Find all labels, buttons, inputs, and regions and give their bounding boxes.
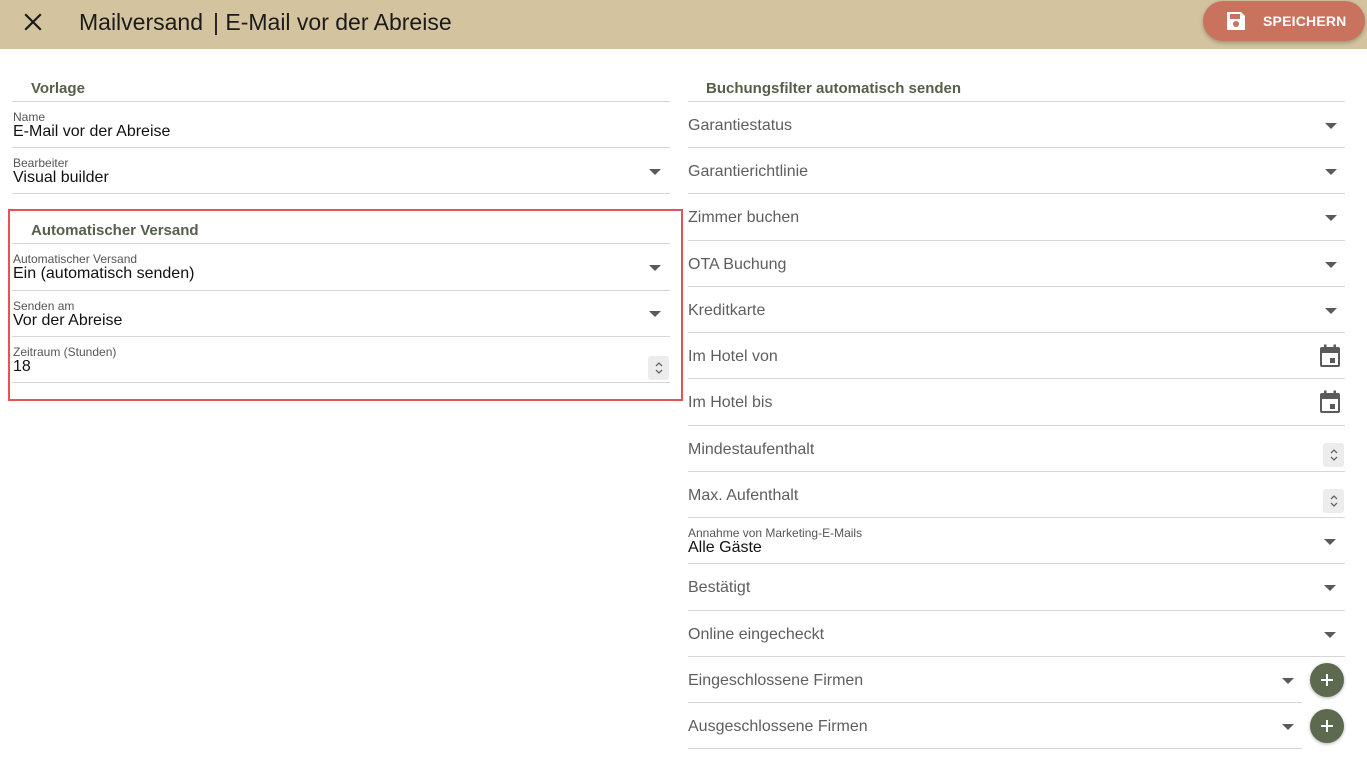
spinner-icon[interactable] (648, 356, 669, 380)
excluded-companies-select[interactable]: Ausgeschlossene Firmen (688, 703, 1302, 749)
auto-send-select[interactable]: Automatischer Versand Ein (automatisch s… (12, 244, 670, 291)
section-title-template: Vorlage (31, 80, 85, 97)
chevron-down-icon[interactable] (1324, 539, 1336, 545)
marketing-consent-value: Alle Gäste (688, 539, 762, 556)
name-field-value: E-Mail vor der Abreise (13, 123, 171, 140)
chevron-down-icon[interactable] (1282, 724, 1294, 730)
save-button-label: SPEICHERN (1263, 13, 1347, 29)
chevron-down-icon[interactable] (649, 265, 661, 271)
close-button[interactable] (19, 8, 47, 36)
online-checked-in-label: Online eingecheckt (688, 626, 825, 643)
ota-booking-select[interactable]: OTA Buchung (688, 241, 1345, 287)
period-hours-input[interactable]: Zeitraum (Stunden) 18 (12, 337, 670, 383)
online-checked-in-select[interactable]: Online eingecheckt (688, 611, 1345, 657)
chevron-down-icon[interactable] (1325, 308, 1337, 314)
period-hours-label: Zeitraum (Stunden) (13, 345, 117, 359)
send-on-select[interactable]: Senden am Vor der Abreise (12, 291, 670, 337)
chevron-down-icon[interactable] (1325, 123, 1337, 129)
chevron-down-icon[interactable] (649, 169, 661, 175)
credit-card-label: Kreditkarte (688, 302, 766, 319)
spinner-icon[interactable] (1323, 489, 1344, 513)
chevron-down-icon[interactable] (1282, 678, 1294, 684)
calendar-icon[interactable] (1319, 390, 1341, 414)
max-stay-label: Max. Aufenthalt (688, 487, 799, 504)
in-hotel-from-label: Im Hotel von (688, 348, 778, 365)
book-rooms-select[interactable]: Zimmer buchen (688, 194, 1345, 241)
save-button[interactable]: SPEICHERN (1203, 1, 1365, 41)
editor-select[interactable]: Bearbeiter Visual builder (12, 148, 670, 194)
marketing-consent-label: Annahme von Marketing-E-Mails (688, 526, 863, 540)
editor-select-value: Visual builder (13, 169, 109, 186)
add-included-company-button[interactable] (1310, 663, 1344, 697)
confirmed-select[interactable]: Bestätigt (688, 564, 1345, 611)
send-on-select-label: Senden am (13, 299, 75, 313)
marketing-consent-select[interactable]: Annahme von Marketing-E-Mails Alle Gäste (688, 518, 1345, 564)
min-stay-input[interactable]: Mindestaufenthalt (688, 426, 1345, 472)
credit-card-select[interactable]: Kreditkarte (688, 287, 1345, 333)
page-title: Mailversand | E-Mail vor der Abreise (79, 9, 452, 36)
auto-send-select-value: Ein (automatisch senden) (13, 265, 195, 282)
period-hours-value: 18 (13, 358, 31, 375)
confirmed-label: Bestätigt (688, 579, 751, 596)
page-title-main: Mailversand (79, 9, 203, 35)
header-bar: Mailversand | E-Mail vor der Abreise SPEI… (0, 0, 1367, 49)
max-stay-input[interactable]: Max. Aufenthalt (688, 472, 1345, 518)
included-companies-select[interactable]: Eingeschlossene Firmen (688, 657, 1302, 703)
chevron-down-icon[interactable] (1325, 215, 1337, 221)
min-stay-label: Mindestaufenthalt (688, 441, 815, 458)
calendar-icon[interactable] (1319, 344, 1341, 368)
chevron-down-icon[interactable] (1325, 169, 1337, 175)
send-on-select-value: Vor der Abreise (13, 312, 123, 329)
chevron-down-icon[interactable] (1325, 262, 1337, 268)
chevron-down-icon[interactable] (1324, 632, 1336, 638)
name-field-label: Name (13, 110, 46, 124)
in-hotel-from-date[interactable]: Im Hotel von (688, 333, 1345, 379)
in-hotel-to-label: Im Hotel bis (688, 394, 773, 411)
chevron-down-icon[interactable] (649, 311, 661, 317)
name-field[interactable]: Name E-Mail vor der Abreise (12, 102, 670, 148)
page-title-sub: | E-Mail vor der Abreise (213, 9, 452, 35)
save-icon (1227, 12, 1245, 30)
spinner-icon[interactable] (1323, 443, 1344, 467)
plus-icon (1321, 720, 1333, 732)
add-excluded-company-button[interactable] (1310, 709, 1344, 743)
book-rooms-label: Zimmer buchen (688, 209, 800, 226)
plus-icon (1321, 674, 1333, 686)
section-title-auto: Automatischer Versand (31, 222, 199, 239)
in-hotel-to-date[interactable]: Im Hotel bis (688, 379, 1345, 426)
ota-booking-label: OTA Buchung (688, 256, 787, 273)
section-title-filter: Buchungsfilter automatisch senden (706, 80, 962, 97)
guarantee-status-label: Garantiestatus (688, 117, 793, 134)
guarantee-status-select[interactable]: Garantiestatus (688, 102, 1345, 148)
chevron-down-icon[interactable] (1324, 585, 1336, 591)
auto-send-select-label: Automatischer Versand (13, 252, 138, 266)
guarantee-policy-select[interactable]: Garantierichtlinie (688, 148, 1345, 194)
editor-select-label: Bearbeiter (13, 156, 69, 170)
excluded-companies-label: Ausgeschlossene Firmen (688, 718, 868, 735)
included-companies-label: Eingeschlossene Firmen (688, 672, 864, 689)
guarantee-policy-label: Garantierichtlinie (688, 163, 809, 180)
close-icon (24, 13, 42, 31)
